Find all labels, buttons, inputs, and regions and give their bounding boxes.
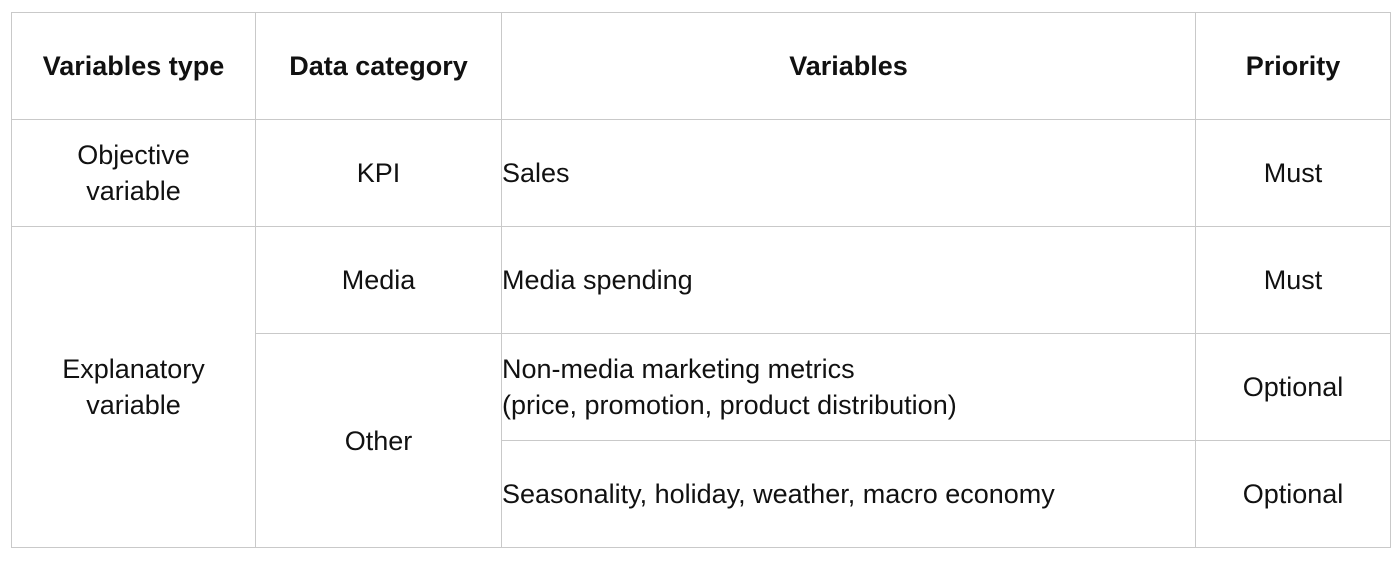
variables-line: Non-media marketing metrics xyxy=(502,354,855,384)
variables-type-line: Explanatory xyxy=(62,354,205,384)
cell-data-category-kpi: KPI xyxy=(255,119,502,227)
cell-variables-sales: Sales xyxy=(501,119,1196,227)
cell-variables-media-spending: Media spending xyxy=(501,226,1196,334)
header-variables-type: Variables type xyxy=(11,12,256,120)
variables-type-line: variable xyxy=(86,390,181,420)
variables-type-line: Objective xyxy=(77,140,190,170)
cell-data-category-media: Media xyxy=(255,226,502,334)
header-row: Variables type Data category Variables P… xyxy=(11,12,1391,120)
cell-variables-type-objective: Objective variable xyxy=(11,119,256,227)
table-row: Objective variable KPI Sales Must xyxy=(11,119,1391,227)
cell-variables-type-explanatory: Explanatory variable xyxy=(11,226,256,548)
cell-data-category-other: Other xyxy=(255,333,502,548)
header-data-category: Data category xyxy=(255,12,502,120)
cell-priority: Must xyxy=(1195,119,1391,227)
cell-priority: Optional xyxy=(1195,440,1391,548)
header-variables: Variables xyxy=(501,12,1196,120)
header-priority: Priority xyxy=(1195,12,1391,120)
variables-type-line: variable xyxy=(86,176,181,206)
table-row: Explanatory variable Media Media spendin… xyxy=(11,226,1391,548)
cell-priority: Optional xyxy=(1195,333,1391,441)
cell-variables-seasonality: Seasonality, holiday, weather, macro eco… xyxy=(501,440,1196,548)
variables-line: (price, promotion, product distribution) xyxy=(502,390,957,420)
cell-variables-non-media: Non-media marketing metrics (price, prom… xyxy=(501,333,1196,441)
variables-table: Variables type Data category Variables P… xyxy=(11,12,1391,548)
cell-priority: Must xyxy=(1195,226,1391,334)
